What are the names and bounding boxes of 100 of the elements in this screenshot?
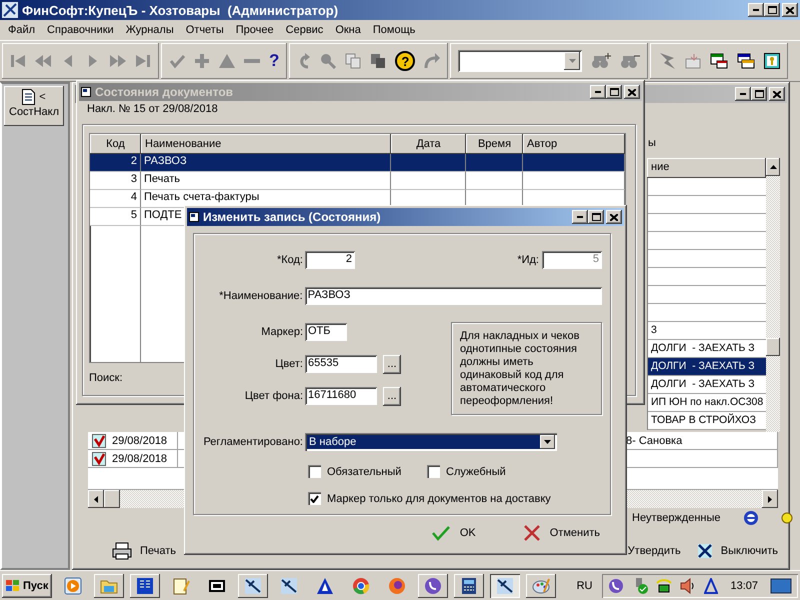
checkmark-icon xyxy=(432,525,450,541)
scroll-up-button[interactable] xyxy=(766,158,780,176)
minimize-button[interactable] xyxy=(748,3,764,17)
dropdown-button[interactable] xyxy=(564,52,580,70)
dropdown-field[interactable]: В наборе xyxy=(305,433,557,451)
lightning-icon[interactable] xyxy=(658,52,676,70)
input-field[interactable]: 65535 xyxy=(305,355,377,373)
menu-item[interactable]: Отчеты xyxy=(180,24,230,36)
tricolor-circle-icon xyxy=(352,576,370,594)
browse-button[interactable]: ... xyxy=(383,354,401,374)
input-field[interactable]: 2 xyxy=(305,251,355,269)
stacked-pages-icon[interactable] xyxy=(370,53,386,69)
browse-button[interactable]: ... xyxy=(383,386,401,406)
phone-bubble-icon[interactable] xyxy=(608,578,624,594)
search-combo-field[interactable] xyxy=(458,50,582,72)
table-cell: Печать xyxy=(141,172,391,190)
binoculars-plus-icon[interactable] xyxy=(591,53,612,69)
search-label: Поиск: xyxy=(89,372,123,384)
input-field[interactable]: РАЗВОЗ xyxy=(304,287,602,305)
selected-value: В наборе xyxy=(307,435,540,449)
checkbox[interactable] xyxy=(308,492,321,505)
input-field: 5 xyxy=(542,251,602,269)
menu-item[interactable]: Окна xyxy=(329,24,367,36)
menu-item[interactable]: Прочее xyxy=(230,24,280,36)
key-card-icon[interactable] xyxy=(764,53,780,69)
start-button[interactable]: Пуск xyxy=(2,574,52,598)
menu-item[interactable]: Файл xyxy=(2,24,42,36)
menu-item[interactable]: Помощь xyxy=(366,24,422,36)
taskbar-button[interactable] xyxy=(526,574,556,598)
table-row[interactable]: 2 РАЗВОЗ xyxy=(90,154,625,172)
column-header[interactable]: Время xyxy=(466,134,523,154)
column-header[interactable]: Автор xyxy=(523,134,625,154)
subtitle-text: Накл. № 15 от 29/08/2018 xyxy=(86,102,219,117)
copy-icon[interactable] xyxy=(345,53,362,69)
network-icon[interactable] xyxy=(656,578,672,594)
checkbox-option[interactable]: Служебный xyxy=(427,465,506,478)
date-cell: 29/08/2018 xyxy=(112,452,168,464)
caret-icon xyxy=(568,59,576,63)
column-header[interactable]: Код xyxy=(90,134,141,154)
tab-label: СостНакл xyxy=(9,106,60,118)
window-icon xyxy=(81,87,91,97)
dropdown-button[interactable] xyxy=(540,435,555,449)
document-icon xyxy=(22,89,36,105)
printer-icon xyxy=(112,542,132,560)
table-row[interactable]: 3 Печать xyxy=(90,172,625,190)
input-field[interactable]: ОТБ xyxy=(305,323,347,341)
side-tab[interactable]: < СостНакл xyxy=(4,86,64,126)
ok-button[interactable]: OK xyxy=(428,523,480,543)
play-icon xyxy=(64,576,82,594)
note-text: Для накладных и чеков однотипные состояния должны иметь одинаковый код для автоматического переоформления! xyxy=(451,322,602,415)
minimize-button[interactable] xyxy=(572,210,588,224)
close-button[interactable] xyxy=(606,210,622,224)
scroll-thumb[interactable] xyxy=(766,338,780,356)
checkbox[interactable] xyxy=(308,465,321,478)
stacked-windows-icon[interactable] xyxy=(737,53,756,69)
language-indicator[interactable]: RU xyxy=(576,580,592,592)
screen-icon[interactable] xyxy=(770,578,792,594)
checkbox-option[interactable]: Обязательный xyxy=(308,465,427,478)
taskbar-button[interactable] xyxy=(418,574,448,598)
window-icon[interactable] xyxy=(710,53,728,69)
taskbar-button[interactable] xyxy=(130,574,160,598)
scrollbar[interactable] xyxy=(766,158,780,432)
taskbar-button[interactable] xyxy=(454,574,484,598)
scroll-right-button[interactable] xyxy=(762,490,778,508)
scroll-thumb[interactable] xyxy=(104,490,120,508)
help-icon[interactable]: ? xyxy=(395,51,416,71)
checked-box-icon xyxy=(92,452,106,466)
triangle-logo-icon[interactable] xyxy=(704,578,718,594)
menu-item[interactable]: Журналы xyxy=(120,24,180,36)
action-button[interactable]: Печать xyxy=(112,542,176,560)
column-header[interactable]: Дата xyxy=(391,134,466,154)
checkbox-option[interactable]: Маркер только для документов на доставку xyxy=(308,492,551,505)
taskbar-button[interactable] xyxy=(238,574,268,598)
close-button[interactable] xyxy=(782,3,798,17)
triangle-logo-icon xyxy=(316,576,334,594)
palette-icon xyxy=(532,576,550,594)
question-mark-icon[interactable]: ? xyxy=(269,53,280,69)
taskbar-button[interactable] xyxy=(490,574,520,598)
action-button[interactable]: Утвердить xyxy=(628,545,681,557)
checkmark-icon[interactable] xyxy=(169,53,185,69)
collapse-arrow[interactable]: < xyxy=(39,91,46,103)
column-header[interactable]: Наименование xyxy=(141,134,391,154)
scroll-left-button[interactable] xyxy=(88,490,104,508)
skip-start-icon[interactable] xyxy=(10,53,26,69)
close-icon xyxy=(773,90,781,98)
menu-item[interactable]: Справочники xyxy=(41,24,120,36)
date-cell: 29/08/2018 xyxy=(112,434,168,446)
checkbox[interactable] xyxy=(427,465,440,478)
minimize-icon xyxy=(740,93,746,95)
maximize-button[interactable] xyxy=(764,3,780,17)
speaker-icon[interactable] xyxy=(680,578,696,594)
maximize-button[interactable] xyxy=(588,210,604,224)
input-field[interactable]: 16711680 xyxy=(305,387,377,405)
taskbar-button[interactable] xyxy=(94,574,124,598)
up-triangle-icon xyxy=(770,165,777,169)
column-header[interactable]: ние xyxy=(647,158,766,178)
book-icon xyxy=(136,576,154,594)
cancel-button[interactable]: Отменить xyxy=(520,523,604,543)
action-button[interactable]: Выключить xyxy=(696,543,778,559)
menu-item[interactable]: Сервис xyxy=(280,24,330,36)
